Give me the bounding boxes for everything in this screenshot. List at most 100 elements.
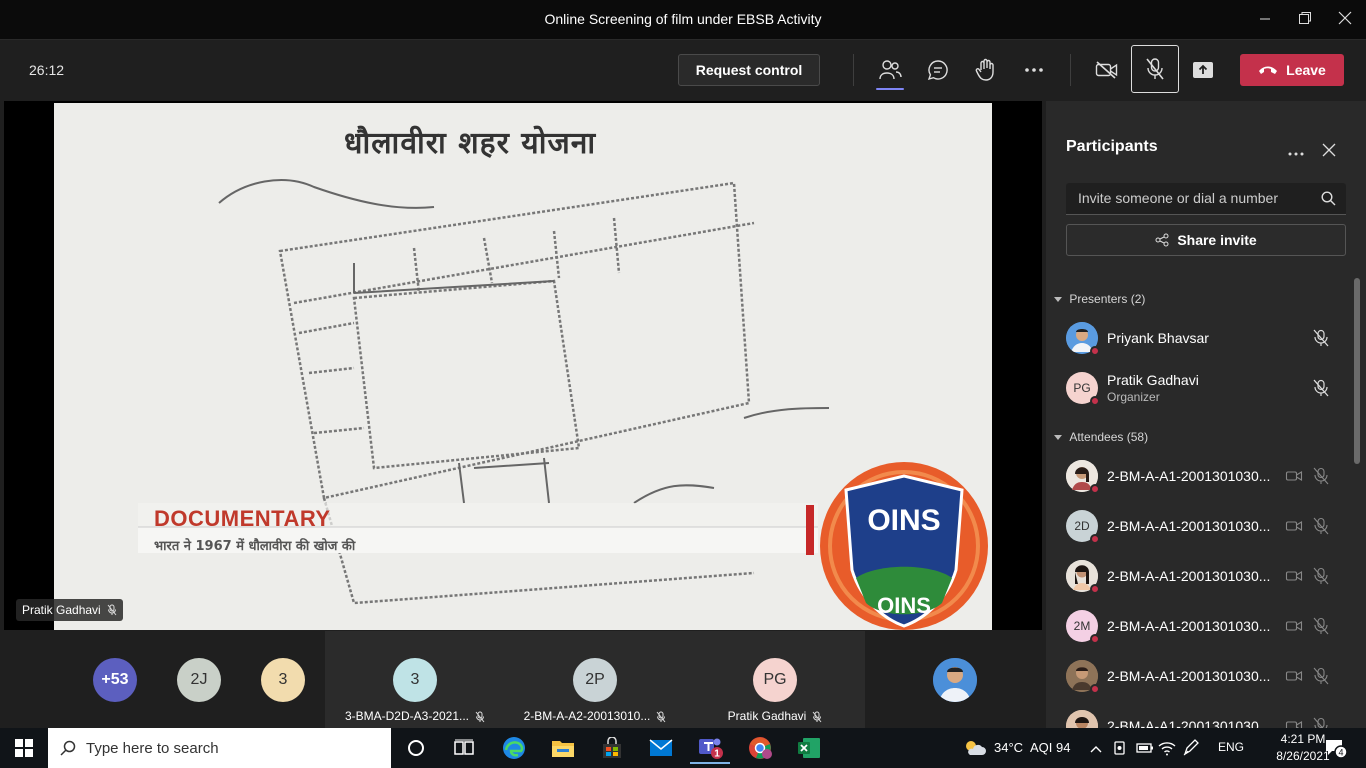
avatar: 2P [573,658,617,702]
participant-row[interactable]: 2-BM-A-A1-2001301030... [1066,654,1346,698]
participant-row[interactable]: Priyank Bhavsar [1066,316,1346,360]
title-bar: Online Screening of film under EBSB Acti… [0,0,1366,40]
presenters-section-toggle[interactable]: Presenters (2) [1054,292,1145,306]
participant-row[interactable]: 2D 2-BM-A-A1-2001301030... [1066,504,1346,548]
participant-name: Priyank Bhavsar [1107,330,1209,346]
chrome-app[interactable] [740,732,780,764]
notification-count: 4 [1338,748,1343,758]
search-placeholder: Type here to search [86,739,219,757]
weather-temp[interactable]: 34°C [994,740,1023,755]
restore-icon [1299,12,1311,24]
person-photo-icon [1066,710,1098,728]
camera-toggle-button[interactable] [1089,52,1125,88]
panel-close-button[interactable] [1322,143,1336,162]
close-icon [1338,11,1352,25]
avatar [1066,710,1098,728]
invite-search-input[interactable]: Invite someone or dial a number [1066,183,1346,215]
leave-button[interactable]: Leave [1240,54,1344,86]
language-indicator[interactable]: ENG [1218,740,1244,754]
participant-tile[interactable]: 2P 2-BM-A-A2-20013010... [505,631,685,728]
aqi-value[interactable]: AQI 94 [1030,740,1070,755]
task-view-button[interactable] [444,732,484,764]
overflow-participants-button[interactable]: +53 [93,658,137,702]
panel-title: Participants [1066,138,1158,155]
meet-now-icon[interactable] [1112,740,1128,761]
wifi-icon[interactable] [1158,740,1176,761]
participant-row[interactable]: 2-BM-A-A1-2001301030... [1066,454,1346,498]
camera-off-icon [1285,521,1303,531]
people-icon [879,60,902,80]
status-badge [1090,634,1100,644]
attendees-section-toggle[interactable]: Attendees (58) [1054,430,1148,444]
mic-off-icon [1313,667,1329,685]
mic-off-icon [656,711,666,723]
participant-strip: +53 2J 3 3 3-BMA-D2D-A3-2021... 2P 2-BM-… [0,631,1044,728]
status-badge [1090,684,1100,694]
minimize-button[interactable] [1253,8,1277,32]
start-button[interactable] [4,732,44,764]
participant-row[interactable]: 2-BM-A-A1-2001301030... [1066,554,1346,598]
attendees-header: Attendees (58) [1069,430,1149,444]
chat-button[interactable] [920,52,956,88]
pen-icon[interactable] [1182,739,1200,762]
participant-tile[interactable]: PG Pratik Gadhavi [685,631,865,728]
windows-logo-icon [15,739,33,757]
teams-app[interactable]: 1 [690,732,730,764]
participant-name: 2-BM-A-A1-2001301030... [1107,468,1271,484]
participants-button[interactable] [872,52,908,90]
mail-icon [649,739,673,756]
avatar [1066,660,1100,694]
mail-app[interactable] [641,732,681,764]
share-invite-label: Share invite [1177,232,1257,248]
request-control-button[interactable]: Request control [678,54,820,86]
mic-off-icon [1313,329,1329,347]
restore-button[interactable] [1293,8,1317,32]
participant-row[interactable]: 2M 2-BM-A-A1-2001301030... [1066,604,1346,648]
notification-icon: 4 [1326,740,1348,759]
close-window-button[interactable] [1333,8,1357,32]
panel-scrollbar[interactable] [1354,278,1360,464]
more-actions-button[interactable] [1016,52,1052,88]
chevron-down-icon [1054,297,1062,302]
participants-panel: Participants Invite someone or dial a nu… [1046,101,1366,728]
share-invite-button[interactable]: Share invite [1066,224,1346,256]
avatar [1066,322,1100,356]
excel-app[interactable] [789,732,829,764]
show-hidden-icons-button[interactable] [1090,741,1102,759]
oins-logo: OINS OINS [820,462,988,630]
edge-app[interactable] [494,732,534,764]
system-clock[interactable]: 4:21 PM 8/26/2021 [1276,731,1330,765]
participant-name: 2-BM-A-A2-20013010... [523,709,651,723]
weather-icon[interactable] [962,739,986,762]
camera-off-icon [1285,621,1303,631]
search-icon [60,740,76,756]
panel-more-button[interactable] [1288,143,1304,161]
battery-icon[interactable] [1136,741,1154,759]
shared-content-stage: धौलावीरा शहर योजना DOCUMENTARY भारत ने 1… [4,101,1042,630]
avatar[interactable]: 3 [261,658,305,702]
share-screen-button[interactable] [1185,52,1221,88]
cortana-button[interactable] [396,732,436,764]
store-app[interactable] [592,732,632,764]
taskbar-search-box[interactable]: Type here to search [48,728,391,768]
avatar[interactable]: 2J [177,658,221,702]
participant-row[interactable]: 2-BM-A-A1-2001301030... [1066,704,1346,728]
leave-label: Leave [1286,62,1326,78]
participant-name: Pratik Gadhavi [727,709,807,723]
status-badge [1090,534,1100,544]
mic-off-icon [1313,379,1329,397]
chrome-icon [749,737,772,759]
participant-name: 2-BM-A-A1-2001301030... [1107,718,1271,728]
avatar-initials: PG [1073,381,1091,395]
chat-icon [927,60,948,81]
mic-toggle-button[interactable] [1131,45,1179,93]
file-explorer-app[interactable] [543,732,583,764]
raise-hand-button[interactable] [968,52,1004,88]
store-icon [603,737,621,758]
self-video-avatar[interactable] [933,658,977,702]
participant-tile[interactable]: 3 3-BMA-D2D-A3-2021... [325,631,505,728]
excel-icon [798,738,820,758]
participant-row[interactable]: PG Pratik Gadhavi Organizer [1066,366,1346,410]
toolbar-divider [853,54,854,86]
notification-center-button[interactable]: 4 [1324,738,1348,763]
